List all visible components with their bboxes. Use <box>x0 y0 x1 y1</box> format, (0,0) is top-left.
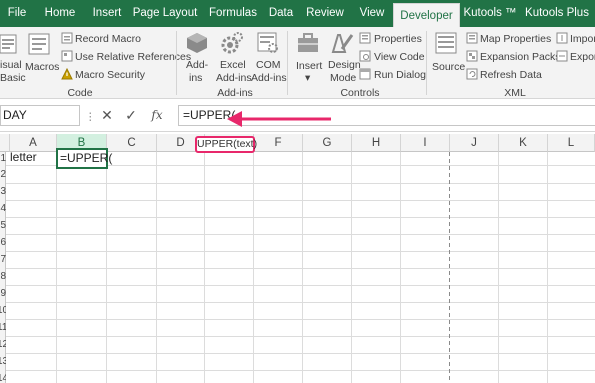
tab-file[interactable]: File <box>0 0 34 27</box>
tab-kutools-plus[interactable]: Kutools Plus <box>521 0 593 27</box>
row-number[interactable]: 1 <box>0 153 6 164</box>
column-header[interactable]: I <box>401 134 450 152</box>
developer-ribbon: isual Basic Macros Record Macro Use Rela… <box>0 27 595 99</box>
record-macro-icon <box>61 32 73 44</box>
code-group-label: Code <box>67 87 93 99</box>
row-number[interactable]: 2 <box>0 169 6 180</box>
xml-source-icon <box>435 32 457 54</box>
row-number[interactable]: 8 <box>0 271 6 282</box>
row-header-strip[interactable]: 1 2 3 4 5 6 7 8 9 10 11 12 13 14 <box>0 152 6 383</box>
tab-insert[interactable]: Insert <box>86 0 128 27</box>
row-number[interactable]: 11 <box>0 322 6 333</box>
row-number[interactable]: 6 <box>0 237 6 248</box>
properties-icon <box>359 32 371 44</box>
tab-page-layout[interactable]: Page Layout <box>128 0 202 27</box>
function-tooltip: UPPER(text) <box>195 136 257 153</box>
row-number[interactable]: 4 <box>0 203 6 214</box>
toolbox-icon <box>298 33 318 52</box>
tab-kutools[interactable]: Kutools ™ <box>461 0 519 27</box>
column-header[interactable]: L <box>548 134 595 152</box>
row-number[interactable]: 3 <box>0 186 6 197</box>
group-divider <box>426 31 427 95</box>
row-number[interactable]: 13 <box>0 356 6 367</box>
group-divider <box>176 31 177 95</box>
cell-grid <box>0 152 595 383</box>
xml-group-label: XML <box>504 87 526 99</box>
group-divider <box>287 31 288 95</box>
column-header[interactable]: F <box>254 134 303 152</box>
name-box[interactable]: DAY <box>0 105 80 126</box>
gear-icon <box>221 32 243 54</box>
column-header[interactable]: G <box>303 134 352 152</box>
addins-group-label: Add-ins <box>217 87 253 99</box>
row-number[interactable]: 12 <box>0 339 6 350</box>
tab-formulas[interactable]: Formulas <box>202 0 264 27</box>
com-addins-icon <box>257 32 278 53</box>
row-number[interactable]: 5 <box>0 220 6 231</box>
tab-review[interactable]: Review <box>298 0 352 27</box>
row-number[interactable]: 7 <box>0 254 6 265</box>
warning-icon <box>61 68 73 80</box>
column-header[interactable]: H <box>352 134 401 152</box>
export-icon <box>556 50 568 62</box>
ribbon-tab-bar: File Home Insert Page Layout Formulas Da… <box>0 0 595 27</box>
design-mode-icon <box>331 34 354 53</box>
cancel-button[interactable]: ✕ <box>97 105 117 126</box>
controls-group-label: Controls <box>340 87 380 99</box>
column-header[interactable]: C <box>107 134 157 152</box>
cell-a1[interactable]: letter <box>10 148 56 166</box>
cell-b1-active[interactable]: =UPPER( <box>56 148 112 169</box>
tab-data[interactable]: Data <box>264 0 298 27</box>
view-code-icon <box>359 50 371 62</box>
tab-home[interactable]: Home <box>34 0 86 27</box>
visual-basic-icon <box>0 34 17 54</box>
tab-developer[interactable]: Developer <box>393 3 460 27</box>
refresh-icon <box>466 68 478 80</box>
expansion-packs-icon <box>466 50 478 62</box>
chevron-down-icon: ▾ <box>305 72 311 84</box>
dots-icon: ⋮ <box>85 111 96 123</box>
select-all-corner[interactable] <box>0 134 10 152</box>
addins-icon <box>187 33 207 53</box>
tab-view[interactable]: View <box>352 0 392 27</box>
column-header[interactable]: J <box>450 134 499 152</box>
run-dialog-icon <box>359 68 371 80</box>
insert-function-button[interactable]: fx <box>147 105 167 126</box>
enter-button[interactable]: ✓ <box>121 105 141 126</box>
map-properties-icon <box>466 32 478 44</box>
column-header[interactable]: K <box>499 134 548 152</box>
highlight-arrow-icon <box>227 111 331 127</box>
import-icon <box>556 32 568 44</box>
row-number[interactable]: 9 <box>0 288 6 299</box>
row-number[interactable]: 14 <box>0 373 6 383</box>
relative-references-icon <box>61 50 73 62</box>
macros-icon <box>28 33 50 55</box>
row-number[interactable]: 10 <box>0 305 6 316</box>
